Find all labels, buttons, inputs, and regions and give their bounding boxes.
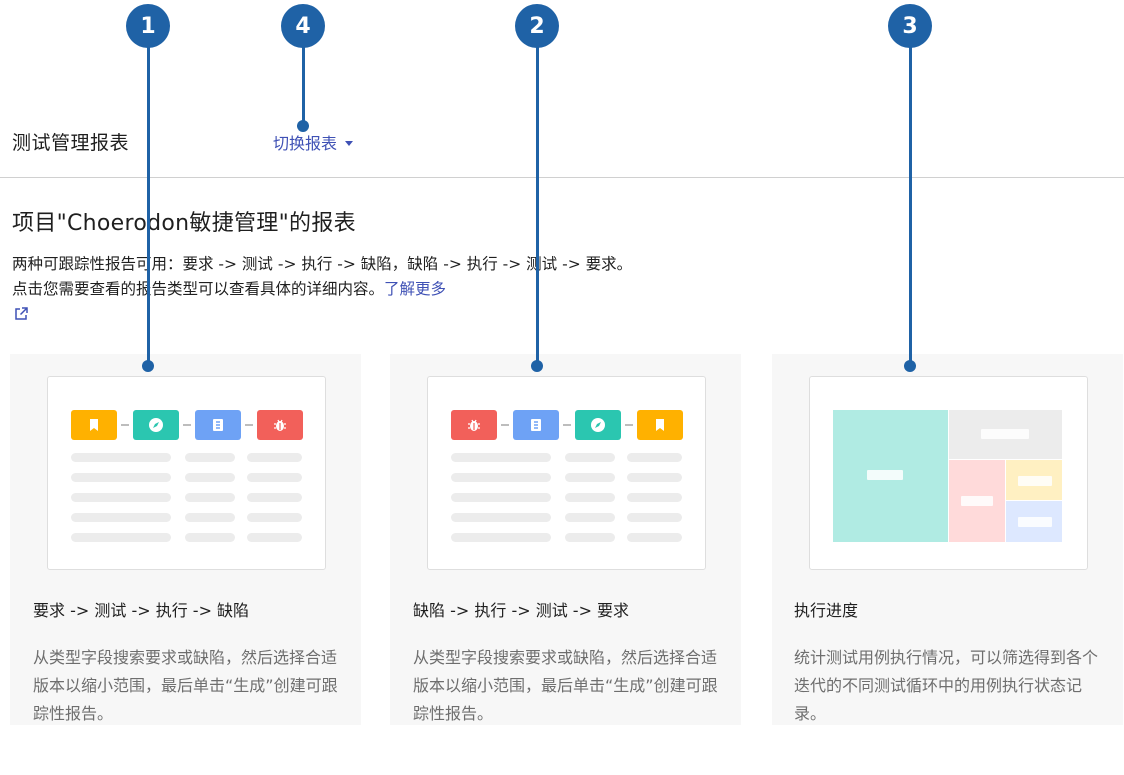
report-card-execution-progress[interactable]: 执行进度 统计测试用例执行情况，可以筛选得到各个迭代的不同测试循环中的用例执行状… — [772, 354, 1123, 725]
report-card-defect-to-requirement[interactable]: 缺陷 -> 执行 -> 测试 -> 要求 从类型字段搜索要求或缺陷，然后选择合适… — [390, 354, 741, 725]
card-title: 要求 -> 测试 -> 执行 -> 缺陷 — [33, 601, 250, 620]
trace-flow — [71, 410, 303, 440]
report-description-text: 两种可跟踪性报告可用：要求 -> 测试 -> 执行 -> 缺陷，缺陷 -> 执行… — [12, 255, 633, 298]
switch-report-dropdown[interactable]: 切换报表 — [273, 130, 354, 154]
callout-line — [536, 40, 539, 366]
report-heading: 项目"Choerodon敏捷管理"的报表 — [12, 211, 356, 236]
callout-line — [147, 40, 150, 366]
callout-dot — [904, 360, 916, 372]
switch-report-label: 切换报表 — [273, 134, 338, 153]
callout-line — [909, 40, 912, 366]
learn-more-link[interactable]: 了解更多 — [384, 280, 446, 298]
progress-mosaic — [833, 410, 1062, 542]
card-description: 从类型字段搜索要求或缺陷，然后选择合适版本以缩小范围，最后单击“生成”创建可跟踪… — [413, 648, 718, 723]
callout-badge: 4 — [281, 4, 325, 48]
report-card-requirement-to-defect[interactable]: 要求 -> 测试 -> 执行 -> 缺陷 从类型字段搜索要求或缺陷，然后选择合适… — [10, 354, 361, 725]
trace-flow — [451, 410, 683, 440]
callout-dot — [531, 360, 543, 372]
card-title: 缺陷 -> 执行 -> 测试 -> 要求 — [413, 601, 630, 620]
document-icon — [513, 410, 559, 440]
report-thumbnail — [427, 376, 706, 570]
callout-badge: 3 — [888, 4, 932, 48]
bookmark-icon — [71, 410, 117, 440]
caret-down-icon — [345, 140, 354, 146]
card-description: 统计测试用例执行情况，可以筛选得到各个迭代的不同测试循环中的用例执行状态记录。 — [794, 648, 1099, 723]
card-title: 执行进度 — [794, 601, 859, 620]
compass-icon — [133, 410, 179, 440]
callout-dot — [297, 120, 309, 132]
bookmark-icon — [637, 410, 683, 440]
document-icon — [195, 410, 241, 440]
bug-icon — [257, 410, 303, 440]
bug-icon — [451, 410, 497, 440]
external-link-icon[interactable] — [13, 306, 29, 322]
report-thumbnail — [809, 376, 1088, 570]
callout-line — [302, 40, 305, 126]
header-divider — [0, 177, 1124, 178]
page-title: 测试管理报表 — [12, 132, 130, 154]
card-description: 从类型字段搜索要求或缺陷，然后选择合适版本以缩小范围，最后单击“生成”创建可跟踪… — [33, 648, 338, 723]
callout-badge: 2 — [515, 4, 559, 48]
callout-badge: 1 — [126, 4, 170, 48]
report-description: 两种可跟踪性报告可用：要求 -> 测试 -> 执行 -> 缺陷，缺陷 -> 执行… — [12, 252, 652, 302]
compass-icon — [575, 410, 621, 440]
report-page: 测试管理报表 切换报表 项目"Choerodon敏捷管理"的报表 两种可跟踪性报… — [0, 0, 1124, 775]
report-thumbnail — [47, 376, 326, 570]
callout-dot — [142, 360, 154, 372]
